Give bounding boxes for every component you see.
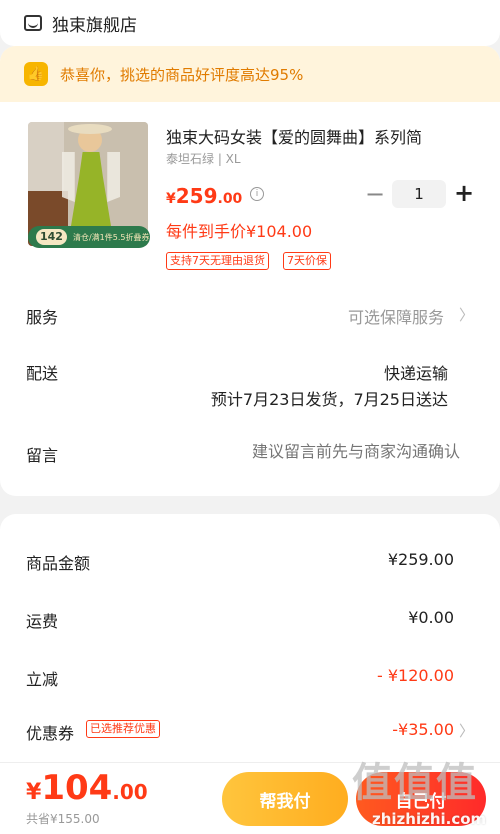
promo-badge-text: 清仓/满1件5.5折叠券 — [72, 232, 150, 242]
return-policy-tag: 支持7天无理由退货 — [166, 252, 269, 270]
saved-amount: 共省¥155.00 — [26, 812, 100, 826]
shop-icon — [24, 15, 42, 31]
promo-badge-number: 142 — [36, 229, 67, 245]
service-value[interactable]: 可选保障服务 — [348, 304, 444, 328]
banner-text: 恭喜你，挑选的商品好评度高达95% — [60, 65, 304, 84]
price-dec: .00 — [217, 191, 243, 207]
total-int: 104 — [41, 768, 113, 808]
chevron-right-icon[interactable]: 〉 — [459, 720, 474, 741]
delivery-method: 快递运输 — [383, 364, 448, 383]
promo-badge: 142 清仓/满1件5.5折叠券 — [28, 226, 150, 248]
store-header[interactable]: 独束旗舰店 — [0, 0, 500, 46]
service-label: 服务 — [26, 308, 59, 327]
goods-amount-value: ¥259.00 — [387, 550, 454, 569]
coupon-recommend-badge[interactable]: 已选推荐优惠 — [86, 720, 160, 738]
total-price: ¥104.00 — [26, 768, 148, 808]
order-card: 👍 恭喜你，挑选的商品好评度高达95% 142 清仓/满1件5.5折叠券 独束大… — [0, 46, 500, 496]
thumbs-up-icon: 👍 — [24, 62, 48, 86]
rating-banner: 👍 恭喜你，挑选的商品好评度高达95% — [0, 46, 500, 102]
discount-value: - ¥120.00 — [376, 666, 454, 685]
product-title[interactable]: 独束大码女装【爱的圆舞曲】系列简 — [166, 124, 476, 148]
total-symbol: ¥ — [26, 780, 42, 805]
delivery-label: 配送 — [26, 364, 59, 383]
coupon-value[interactable]: -¥35.00 — [392, 720, 454, 739]
store-name[interactable]: 独束旗舰店 — [52, 11, 137, 36]
product-price: ¥259.00 — [166, 184, 242, 208]
delivery-date: 预计7月23日发货，7月25日送达 — [210, 390, 448, 409]
per-item-price: 每件到手价¥104.00 — [166, 222, 313, 241]
shipping-label: 运费 — [26, 612, 59, 631]
price-symbol: ¥ — [166, 191, 176, 207]
product-spec[interactable]: 泰坦石绿 | XL — [166, 150, 241, 167]
coupon-label[interactable]: 优惠券 — [26, 720, 74, 744]
total-dec: .00 — [112, 780, 148, 804]
price-protect-tag: 7天价保 — [283, 252, 331, 270]
shipping-value: ¥0.00 — [408, 608, 454, 627]
note-input[interactable] — [160, 442, 460, 461]
self-pay-button[interactable]: 自己付 — [356, 772, 486, 826]
discount-label: 立减 — [26, 670, 59, 689]
quantity-increase-button[interactable]: + — [452, 178, 476, 208]
info-icon[interactable]: i — [250, 187, 264, 201]
help-pay-button[interactable]: 帮我付 — [222, 772, 348, 826]
chevron-right-icon[interactable]: 〉 — [459, 304, 474, 325]
quantity-value[interactable]: 1 — [392, 180, 446, 208]
price-int: 259 — [175, 184, 218, 208]
note-label: 留言 — [26, 446, 59, 465]
quantity-decrease-button[interactable]: − — [364, 180, 386, 208]
goods-amount-label: 商品金额 — [26, 554, 91, 573]
